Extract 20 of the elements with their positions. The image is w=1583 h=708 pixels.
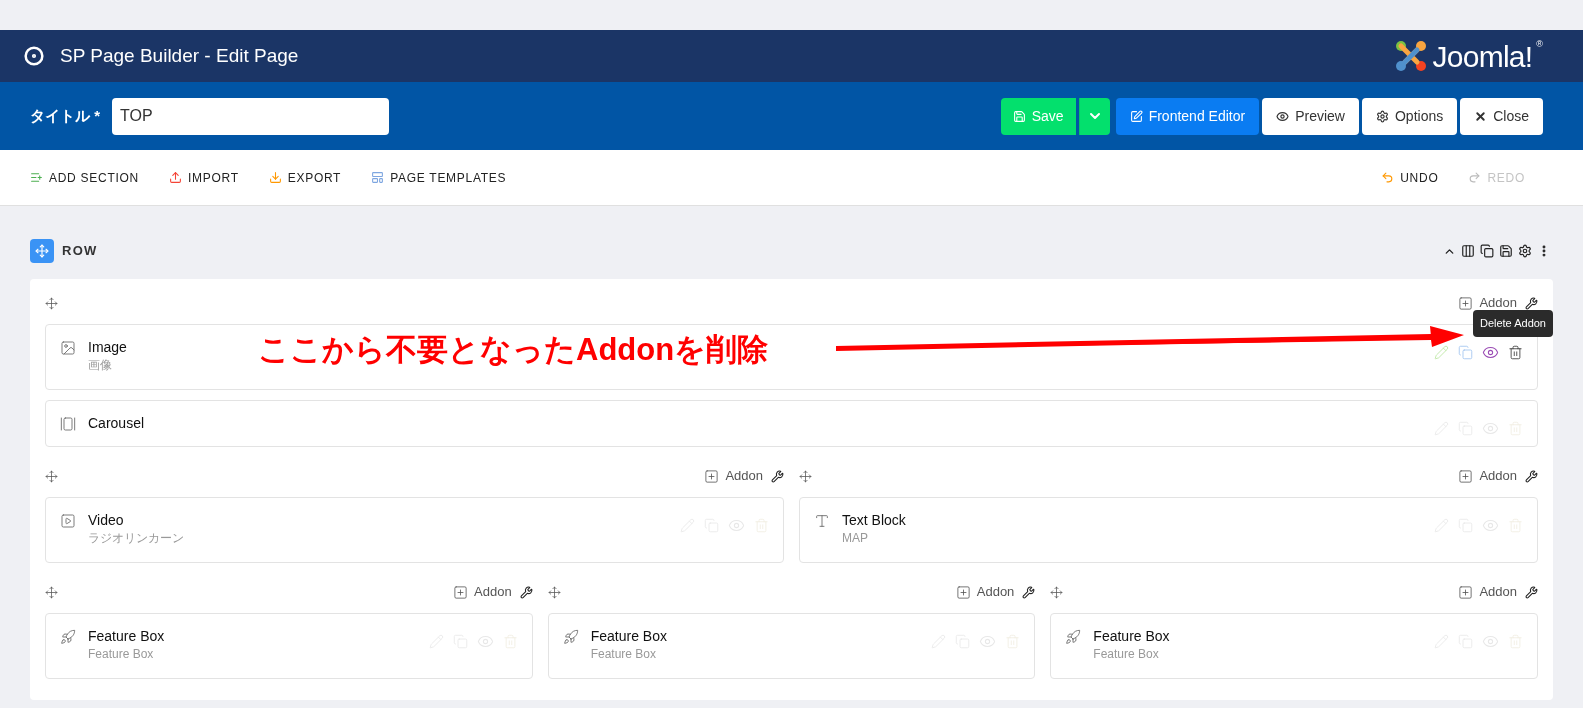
addon-subtitle: Feature Box	[1093, 646, 1159, 663]
registered-mark: ®	[1536, 37, 1543, 51]
tooltip: Delete Addon	[1472, 310, 1553, 337]
window-title: SP Page Builder - Edit Page	[60, 43, 299, 68]
addon-subtitle: Feature Box	[590, 646, 657, 663]
addon-subtitle: 画像	[88, 357, 112, 374]
annotation-text: ここから不要となったAddonを削除	[258, 331, 769, 369]
row-label: ROW	[62, 242, 98, 261]
addon-subtitle: MAP	[842, 530, 868, 547]
title-label: タイトル *	[30, 105, 100, 126]
addon-title: Feature Box	[1093, 627, 1170, 645]
addon-subtitle: ラジオリンカーン	[88, 530, 184, 547]
addon-title: Carousel	[88, 414, 145, 432]
brand-name: Joomla!	[1432, 38, 1533, 75]
addon-title: Image	[88, 338, 127, 356]
addon-subtitle: Feature Box	[88, 646, 154, 663]
addon-title: Feature Box	[590, 627, 667, 645]
addon-title: Video	[88, 511, 124, 529]
addon-title: Text Block	[842, 511, 906, 529]
addon-title: Feature Box	[88, 627, 165, 645]
